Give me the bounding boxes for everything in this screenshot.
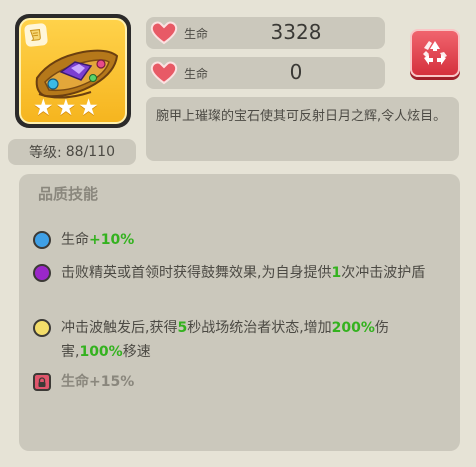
stat-value: 0 <box>289 60 303 84</box>
star-rating: ★ ★ ★ <box>33 97 99 120</box>
stat-label: 生命 <box>184 27 209 41</box>
skill-item: 冲击波触发后,获得5秒战场统治者状态,增加200%伤害,100%移速 <box>33 316 448 364</box>
skill-value: 5 <box>177 320 188 336</box>
skill-value: 200% <box>331 320 375 336</box>
item-description: 腕甲上璀璨的宝石使其可反射日月之辉,令人炫目。 <box>146 97 459 161</box>
heart-icon <box>150 21 178 45</box>
locked-skill-item: 生命+15% <box>33 370 448 394</box>
description-text: 腕甲上璀璨的宝石使其可反射日月之辉,令人炫目。 <box>156 109 447 124</box>
skill-text: 移速 <box>122 344 151 360</box>
stat-row-hp-secondary: 生命 0 <box>146 57 385 89</box>
star-icon: ★ <box>78 95 99 121</box>
skill-text: 击败精英或首领时获得鼓舞效果,为自身提供 <box>61 265 332 281</box>
skill-text: 秒战场统治者状态,增加 <box>187 320 332 336</box>
stat-row-hp: 生命 3328 <box>146 17 385 49</box>
purple-dot-icon <box>33 264 51 282</box>
lock-icon <box>33 373 51 391</box>
locked-skill-text: 生命+15% <box>61 374 135 390</box>
skill-value: +10% <box>89 232 135 248</box>
star-icon: ★ <box>55 95 77 121</box>
level-label: 等级: <box>29 145 62 161</box>
skill-value: 1 <box>331 265 342 281</box>
skills-title: 品质技能 <box>38 185 99 203</box>
recycle-icon <box>423 41 447 65</box>
skill-text: 生命 <box>61 232 89 248</box>
heart-icon <box>150 61 178 85</box>
skill-item: 生命+10% <box>33 228 448 252</box>
skill-value: 100% <box>79 344 123 360</box>
level-value: 88/110 <box>65 144 115 160</box>
skill-text: 冲击波触发后,获得 <box>61 320 178 336</box>
item-portrait-background: ★ ★ ★ <box>19 18 127 124</box>
blue-dot-icon <box>33 231 51 249</box>
skill-text: 次冲击波护盾 <box>341 265 426 281</box>
stat-label: 生命 <box>184 67 209 81</box>
recycle-button[interactable] <box>410 29 460 77</box>
star-icon: ★ <box>33 95 54 121</box>
yellow-dot-icon <box>33 319 51 337</box>
level-indicator: 等级: 88/110 <box>8 139 136 165</box>
quality-skills-panel: 品质技能 生命+10% 击败精英或首领时获得鼓舞效果,为自身提供1次冲击波护盾 … <box>19 174 460 451</box>
skill-item: 击败精英或首领时获得鼓舞效果,为自身提供1次冲击波护盾 <box>33 261 448 285</box>
stat-value: 3328 <box>270 20 322 44</box>
item-portrait[interactable]: ★ ★ ★ <box>15 14 131 128</box>
